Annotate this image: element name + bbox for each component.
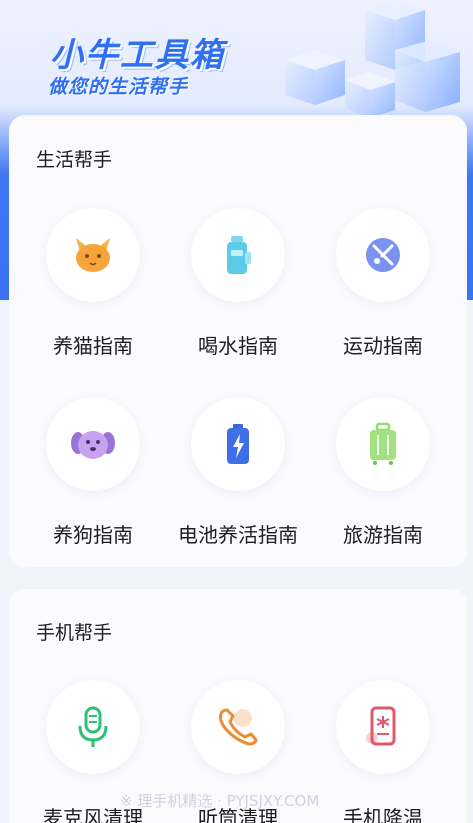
watermark: ※ 理手机精选 · PYJSJXY.COM [120, 792, 320, 810]
tool-phone-cooling[interactable]: 手机降温 [308, 680, 458, 823]
sports-tools-icon [366, 238, 400, 272]
cubes-illustration [285, 0, 460, 118]
tool-label: 养狗指南 [53, 523, 133, 547]
phone-helper-card: 手机帮手 麦克风清理 听筒清理 手机降温 [9, 589, 467, 823]
tool-label: 喝水指南 [198, 334, 278, 358]
tool-travel-guide[interactable]: 旅游指南 [308, 397, 458, 548]
suitcase-icon [370, 422, 396, 465]
phone-cooling-icon [366, 706, 396, 746]
life-helper-card: 生活帮手 养猫指南 喝水指南 运动指南 养狗指南 电池养活指南 旅游指南 [9, 115, 467, 567]
battery-icon [227, 424, 249, 464]
tool-label: 养猫指南 [53, 334, 133, 358]
tool-cat-guide[interactable]: 养猫指南 [18, 208, 168, 359]
water-bottle-icon [227, 236, 251, 274]
microphone-icon [78, 706, 108, 747]
tool-label: 电池养活指南 [178, 523, 298, 547]
tool-battery-guide[interactable]: 电池养活指南 [163, 397, 313, 548]
tool-label: 运动指南 [343, 334, 423, 358]
app-subtitle: 做您的生活帮手 [48, 76, 189, 98]
tool-label: 手机降温 [343, 806, 423, 823]
cat-icon [76, 238, 110, 272]
section-title-phone: 手机帮手 [36, 622, 113, 644]
app-title: 小牛工具箱 [50, 35, 225, 74]
tool-dog-guide[interactable]: 养狗指南 [18, 397, 168, 548]
tool-label: 旅游指南 [343, 523, 423, 547]
section-title-life: 生活帮手 [36, 149, 113, 171]
phone-receiver-icon [219, 708, 258, 746]
dog-icon [71, 431, 115, 459]
tool-sports-guide[interactable]: 运动指南 [308, 208, 458, 359]
tool-water-guide[interactable]: 喝水指南 [163, 208, 313, 359]
